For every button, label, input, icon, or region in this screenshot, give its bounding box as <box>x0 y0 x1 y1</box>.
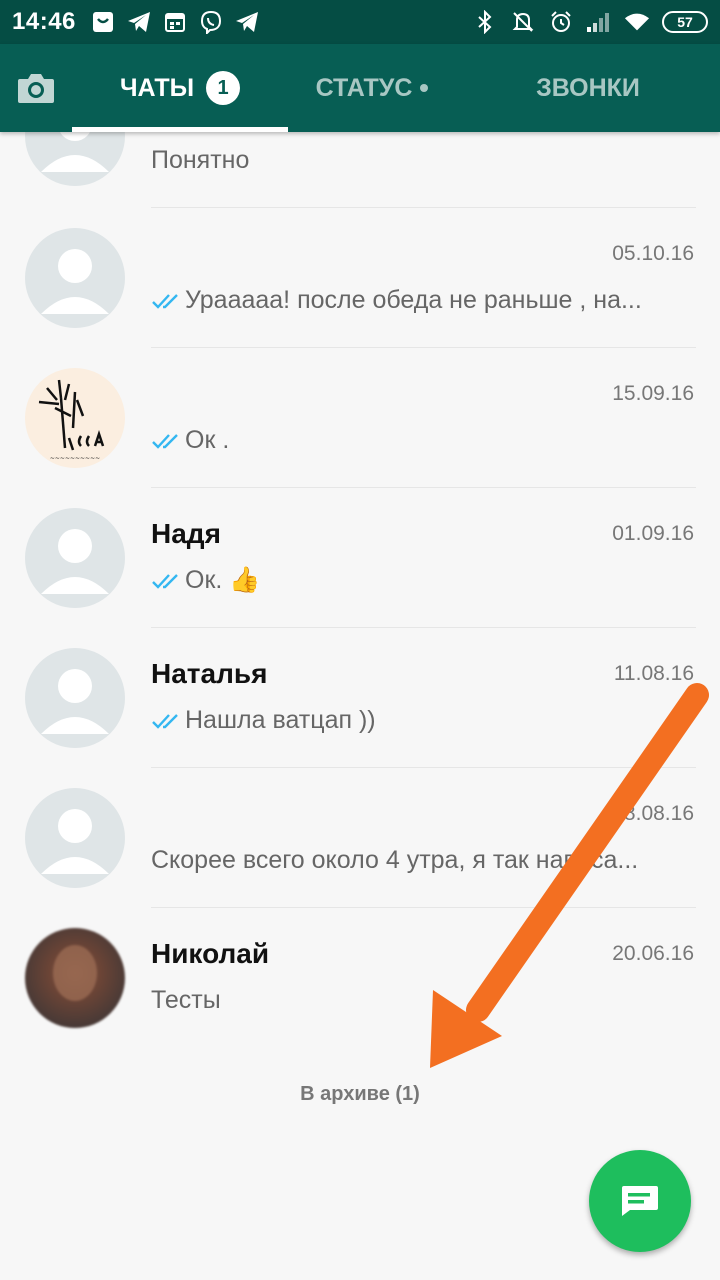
chat-info: Наталья 11.08.16 Нашла ватцап )) <box>151 628 696 768</box>
chat-info: Надя 01.09.16 Ок. 👍 <box>151 488 696 628</box>
chat-info: Николай 20.06.16 Тесты <box>151 908 696 1048</box>
chat-date: 18.08.16 <box>612 802 694 825</box>
unread-badge: 1 <box>206 71 241 105</box>
chat-row[interactable]: 18.08.16 Скорее всего около 4 утра, я та… <box>0 768 720 908</box>
double-check-icon <box>152 713 178 729</box>
camera-tab[interactable] <box>0 44 72 132</box>
chat-row[interactable]: ~~~~~~~~~~ 15.09.16 Ок . <box>0 348 720 488</box>
chat-date: 20.06.16 <box>612 942 694 965</box>
contact-name: Николай <box>151 938 270 969</box>
camera-icon <box>18 74 54 103</box>
last-message: Нашла ватцап )) <box>151 706 696 735</box>
photo-avatar-icon <box>53 945 97 1001</box>
chat-date: 05.10.16 <box>612 242 694 265</box>
chat-info: 05.10.16 Урааааа! после обеда не раньше … <box>151 208 696 348</box>
chat-info: 18.08.16 Скорее всего около 4 утра, я та… <box>151 768 696 908</box>
last-message: Понятно <box>151 146 250 174</box>
chat-date: 11.08.16 <box>613 662 694 685</box>
default-avatar-icon <box>41 249 109 314</box>
tab-status[interactable]: СТАТУС <box>288 44 456 132</box>
double-check-icon <box>152 433 178 449</box>
new-chat-button[interactable] <box>589 1150 691 1252</box>
chat-row[interactable]: Понятно <box>0 86 720 208</box>
chat-date: 15.09.16 <box>612 382 694 405</box>
chat-row[interactable]: Наталья 11.08.16 Нашла ватцап )) <box>0 628 720 768</box>
last-message: Ок. 👍 <box>151 566 696 595</box>
chat-date: 01.09.16 <box>612 522 694 545</box>
avatar <box>25 228 125 328</box>
status-time: 14:46 <box>12 8 76 35</box>
viber-icon <box>198 9 224 35</box>
avatar <box>25 508 125 608</box>
avatar <box>25 648 125 748</box>
default-avatar-icon <box>41 809 109 874</box>
battery-icon: 57 <box>662 11 708 33</box>
signal-icon <box>586 9 612 35</box>
svg-text:~~~~~~~~~~: ~~~~~~~~~~ <box>50 455 100 462</box>
yucca-logo-icon: ~~~~~~~~~~ <box>38 379 105 462</box>
chat-row[interactable]: Надя 01.09.16 Ок. 👍 <box>0 488 720 628</box>
alarm-icon <box>548 9 574 35</box>
main-tabs: ЧАТЫ 1 СТАТУС ЗВОНКИ <box>0 44 720 132</box>
avatar <box>25 928 125 1028</box>
chat-info: Понятно <box>151 132 696 208</box>
archived-chats-link[interactable]: В архиве (1) <box>0 1083 720 1106</box>
last-message: Урааааа! после обеда не раньше , на... <box>151 286 696 315</box>
default-avatar-icon <box>41 669 109 734</box>
status-new-dot <box>420 84 429 92</box>
avatar: ~~~~~~~~~~ <box>25 368 125 468</box>
status-bar: 14:46 57 <box>0 0 720 44</box>
app-square-icon <box>90 9 116 35</box>
wifi-icon <box>624 9 650 35</box>
mute-bell-icon <box>510 9 536 35</box>
tab-status-label: СТАТУС <box>315 73 413 102</box>
last-message: Тесты <box>151 986 221 1014</box>
chat-info: 15.09.16 Ок . <box>151 348 696 488</box>
double-check-icon <box>152 573 178 589</box>
last-message: Ок . <box>151 426 696 455</box>
avatar <box>25 788 125 888</box>
default-avatar-icon <box>41 529 109 594</box>
contact-name: Наталья <box>151 658 268 689</box>
message-icon <box>622 1186 658 1216</box>
telegram-icon <box>126 9 152 35</box>
system-icons: 57 <box>472 9 708 35</box>
chat-list: Понятно 05.10.16 Урааааа! после обеда не… <box>0 86 720 1048</box>
double-check-icon <box>152 293 178 309</box>
tab-chats-label: ЧАТЫ <box>119 73 195 102</box>
bluetooth-icon <box>472 9 498 35</box>
tab-calls-label: ЗВОНКИ <box>536 73 640 102</box>
last-message: Скорее всего около 4 утра, я так написа.… <box>151 846 639 874</box>
tab-calls[interactable]: ЗВОНКИ <box>456 44 720 132</box>
notification-icons <box>90 9 260 35</box>
chat-row[interactable]: 05.10.16 Урааааа! после обеда не раньше … <box>0 208 720 348</box>
calendar-icon <box>162 9 188 35</box>
chat-row[interactable]: Николай 20.06.16 Тесты <box>0 908 720 1048</box>
telegram-icon <box>234 9 260 35</box>
tab-chats[interactable]: ЧАТЫ 1 <box>72 44 288 132</box>
contact-name: Надя <box>151 518 221 549</box>
